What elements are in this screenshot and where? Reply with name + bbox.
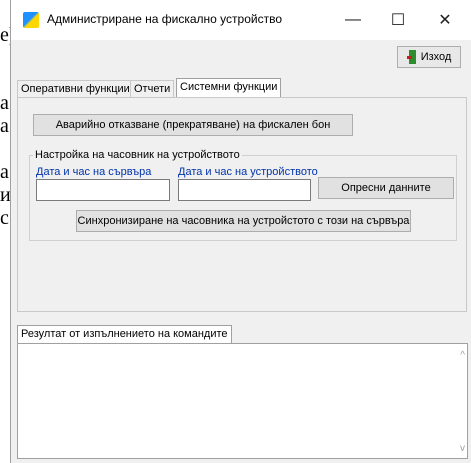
background-text-line: с bbox=[0, 207, 9, 229]
window-title: Администриране на фискално устройство bbox=[47, 12, 283, 26]
background-text-line: а bbox=[0, 115, 9, 137]
app-icon bbox=[23, 12, 39, 28]
refresh-data-button[interactable]: Опресни данните bbox=[318, 177, 454, 199]
tab-system-functions[interactable]: Системни функции bbox=[176, 78, 282, 98]
scroll-up-icon[interactable]: ^ bbox=[460, 350, 465, 361]
scroll-down-icon[interactable]: v bbox=[460, 443, 465, 454]
title-bar[interactable]: Администриране на фискално устройство — … bbox=[11, 0, 471, 40]
background-text-line: а bbox=[0, 161, 9, 183]
minimize-button[interactable]: — bbox=[333, 6, 373, 34]
toolbar: Изход bbox=[11, 40, 471, 76]
server-datetime-label: Дата и час на сървъра bbox=[36, 166, 152, 178]
maximize-button[interactable]: ☐ bbox=[378, 6, 418, 34]
exit-button[interactable]: Изход bbox=[397, 46, 461, 68]
sync-clock-button[interactable]: Синхронизиране на часовника на устройсто… bbox=[76, 210, 411, 232]
exit-button-label: Изход bbox=[420, 51, 452, 63]
background-text-line: а bbox=[0, 92, 9, 114]
device-datetime-label: Дата и час на устройството bbox=[178, 166, 318, 178]
close-button[interactable]: ✕ bbox=[425, 6, 465, 34]
device-datetime-input[interactable] bbox=[178, 179, 311, 201]
app-window: Администриране на фискално устройство — … bbox=[10, 0, 471, 463]
result-tab[interactable]: Резултат от изпълнението на командите bbox=[17, 325, 232, 344]
clock-settings-title: Настройка на часовник на устройството bbox=[33, 149, 242, 161]
emergency-cancel-button[interactable]: Аварийно отказване (прекратяване) на фис… bbox=[33, 114, 353, 136]
exit-door-icon bbox=[406, 50, 417, 64]
server-datetime-input[interactable] bbox=[36, 179, 170, 201]
tab-reports[interactable]: Отчети bbox=[130, 80, 175, 97]
tab-operative-functions[interactable]: Оперативни функции bbox=[17, 80, 134, 97]
result-output-area[interactable]: ^ v bbox=[17, 343, 468, 459]
